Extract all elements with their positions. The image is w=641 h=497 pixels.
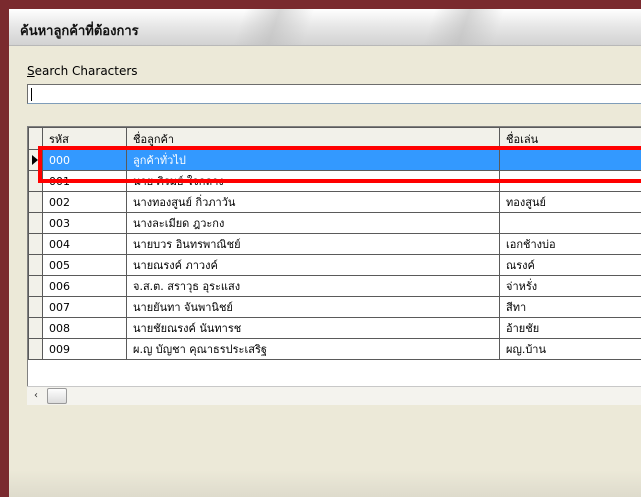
table-row[interactable]: 008 นายชัยณรงค์ นันทารช อ้ายชัย bbox=[28, 317, 641, 339]
cell-name[interactable]: นาย ภิรมย์ ใจกลาง bbox=[126, 170, 500, 192]
scroll-thumb[interactable] bbox=[47, 388, 67, 404]
column-header-nickname[interactable]: ชื่อเล่น bbox=[499, 127, 641, 150]
table-row[interactable]: 002 นางทองสูนย์ กิ่วภาวัน ทองสูนย์ bbox=[28, 191, 641, 213]
window-bottom-area bbox=[9, 470, 641, 497]
cell-name[interactable]: นายณรงค์ ภาวงค์ bbox=[126, 254, 500, 276]
cell-name[interactable]: นางละเมียด ฎวะกง bbox=[126, 212, 500, 234]
title-bar: ค้นหาลูกค้าที่ต้องการ bbox=[9, 9, 641, 46]
search-label-text: earch Characters bbox=[34, 64, 138, 78]
cell-code[interactable]: 009 bbox=[42, 338, 127, 360]
row-indicator bbox=[28, 170, 43, 192]
row-indicator bbox=[28, 254, 43, 276]
search-input[interactable] bbox=[27, 84, 641, 104]
title-streak-decoration bbox=[233, 9, 315, 45]
table-row-selected[interactable]: 000 ลูกค้าทั่วไป bbox=[28, 149, 641, 171]
cell-nickname[interactable]: สีทา bbox=[499, 296, 641, 318]
cell-nickname[interactable]: เอกช้างบ่อ bbox=[499, 233, 641, 255]
table-row[interactable]: 004 นายบวร อินทรพาณิชย์ เอกช้างบ่อ bbox=[28, 233, 641, 255]
cell-nickname[interactable] bbox=[499, 149, 641, 171]
row-indicator bbox=[28, 191, 43, 213]
cell-code[interactable]: 003 bbox=[42, 212, 127, 234]
cell-code[interactable]: 007 bbox=[42, 296, 127, 318]
search-label-mnemonic: S bbox=[27, 64, 35, 78]
table-row[interactable]: 006 จ.ส.ต. สราวุธ อุระแสง จ่าหรั่ง bbox=[28, 275, 641, 297]
cell-nickname[interactable]: ผญ.บ้าน bbox=[499, 338, 641, 360]
row-indicator bbox=[28, 149, 43, 171]
search-label: Search Characters bbox=[27, 64, 138, 78]
table-row[interactable]: 007 นายยันทา จันพานิชย์ สีทา bbox=[28, 296, 641, 318]
cell-nickname[interactable]: จ่าหรั่ง bbox=[499, 275, 641, 297]
cell-name[interactable]: ผ.ญ บัญชา คุณาธรประเสริฐ bbox=[126, 338, 500, 360]
row-indicator bbox=[28, 338, 43, 360]
cell-name[interactable]: นายบวร อินทรพาณิชย์ bbox=[126, 233, 500, 255]
customer-table: รหัส ชื่อลูกค้า ชื่อเล่น 000 ลูกค้าทั่วไ… bbox=[28, 127, 641, 360]
row-indicator bbox=[28, 233, 43, 255]
table-row[interactable]: 003 นางละเมียด ฎวะกง bbox=[28, 212, 641, 234]
cell-code[interactable]: 001 bbox=[42, 170, 127, 192]
window-title: ค้นหาลูกค้าที่ต้องการ bbox=[20, 24, 139, 39]
cell-nickname[interactable] bbox=[499, 212, 641, 234]
column-header-name[interactable]: ชื่อลูกค้า bbox=[126, 127, 500, 150]
cell-name[interactable]: ลูกค้าทั่วไป bbox=[126, 149, 500, 171]
cell-code[interactable]: 008 bbox=[42, 317, 127, 339]
cell-code[interactable]: 006 bbox=[42, 275, 127, 297]
cell-name[interactable]: นายยันทา จันพานิชย์ bbox=[126, 296, 500, 318]
customer-grid[interactable]: รหัส ชื่อลูกค้า ชื่อเล่น 000 ลูกค้าทั่วไ… bbox=[27, 126, 641, 400]
current-row-arrow-icon bbox=[32, 155, 38, 165]
cell-nickname[interactable]: ณรงค์ bbox=[499, 254, 641, 276]
row-indicator bbox=[28, 296, 43, 318]
scroll-left-icon[interactable]: ‹ bbox=[29, 388, 43, 403]
row-indicator-header bbox=[28, 127, 43, 150]
table-row[interactable]: 001 นาย ภิรมย์ ใจกลาง bbox=[28, 170, 641, 192]
row-indicator bbox=[28, 212, 43, 234]
cell-code[interactable]: 002 bbox=[42, 191, 127, 213]
cell-name[interactable]: นางทองสูนย์ กิ่วภาวัน bbox=[126, 191, 500, 213]
horizontal-scrollbar[interactable]: ‹ bbox=[27, 386, 641, 405]
row-indicator bbox=[28, 317, 43, 339]
header-row: รหัส ชื่อลูกค้า ชื่อเล่น bbox=[28, 127, 641, 150]
cell-code[interactable]: 005 bbox=[42, 254, 127, 276]
cell-nickname[interactable]: ทองสูนย์ bbox=[499, 191, 641, 213]
table-row[interactable]: 005 นายณรงค์ ภาวงค์ ณรงค์ bbox=[28, 254, 641, 276]
row-indicator bbox=[28, 275, 43, 297]
cell-name[interactable]: นายชัยณรงค์ นันทารช bbox=[126, 317, 500, 339]
cell-name[interactable]: จ.ส.ต. สราวุธ อุระแสง bbox=[126, 275, 500, 297]
cell-code[interactable]: 000 bbox=[42, 149, 127, 171]
table-row[interactable]: 009 ผ.ญ บัญชา คุณาธรประเสริฐ ผญ.บ้าน bbox=[28, 338, 641, 360]
title-streak-decoration bbox=[423, 9, 505, 45]
column-header-code[interactable]: รหัส bbox=[42, 127, 127, 150]
cell-nickname[interactable]: อ้ายชัย bbox=[499, 317, 641, 339]
cell-code[interactable]: 004 bbox=[42, 233, 127, 255]
text-caret bbox=[31, 88, 32, 101]
cell-nickname[interactable] bbox=[499, 170, 641, 192]
